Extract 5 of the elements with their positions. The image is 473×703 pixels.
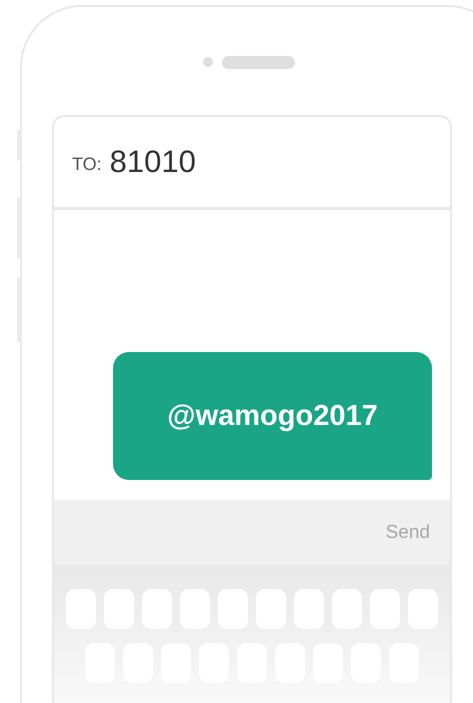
recipient-label: TO: — [72, 154, 102, 174]
recipient-number: 81010 — [110, 144, 196, 180]
camera-dot — [203, 57, 213, 67]
send-button[interactable]: Send — [386, 522, 430, 544]
message-bubble: @wamogo2017 — [113, 352, 432, 480]
